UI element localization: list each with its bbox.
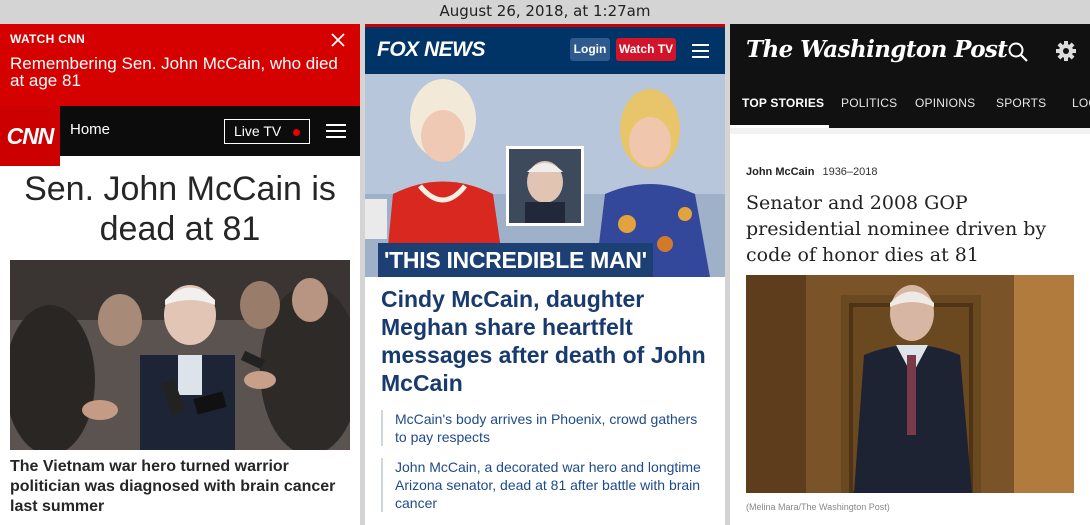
- close-icon[interactable]: [329, 31, 347, 49]
- active-tab-indicator: [730, 125, 829, 128]
- fox-article-card: Cindy McCain, daughter Meghan share hear…: [365, 277, 725, 525]
- article-kicker: John McCain 1936–2018: [746, 166, 1074, 178]
- wapo-headline[interactable]: Senator and 2008 GOP presidential nomine…: [746, 190, 1074, 268]
- kicker-name: John McCain: [746, 166, 815, 178]
- cnn-headline[interactable]: Sen. John McCain is dead at 81: [0, 156, 360, 260]
- watch-tv-button[interactable]: Watch TV: [616, 38, 676, 61]
- kicker-years: 1936–2018: [822, 166, 878, 178]
- alert-kicker: WATCH CNN: [10, 32, 86, 46]
- nav-home-link[interactable]: Home: [70, 121, 110, 138]
- date-header: August 26, 2018, at 1:27am: [439, 2, 651, 20]
- fox-news-logo[interactable]: FOX NEWS: [377, 38, 486, 62]
- tab-top-stories[interactable]: TOP STORIES: [742, 96, 824, 110]
- related-link[interactable]: John McCain, a decorated war hero and lo…: [381, 458, 709, 512]
- cnn-caption[interactable]: The Vietnam war hero turned warrior poli…: [0, 450, 360, 517]
- fox-panel: FOX NEWS Login Watch TV 'THIS INCREDIBLE…: [365, 24, 725, 525]
- wapo-navbar: The Washington Post: [730, 24, 1090, 79]
- wapo-section-tabs: TOP STORIES POLITICS OPINIONS SPORTS LOC…: [730, 79, 1090, 128]
- wapo-logo[interactable]: The Washington Post: [746, 36, 1008, 63]
- tab-opinions[interactable]: OPINIONS: [915, 96, 975, 110]
- photo-credit: (Melina Mara/The Washington Post): [746, 502, 890, 512]
- cnn-breaking-alert[interactable]: WATCH CNN Remembering Sen. John McCain, …: [0, 24, 360, 106]
- cnn-logo[interactable]: CNN: [0, 106, 60, 166]
- cnn-lead-photo[interactable]: [10, 260, 350, 450]
- cnn-panel: WATCH CNN Remembering Sen. John McCain, …: [0, 24, 360, 525]
- hamburger-menu-icon[interactable]: [692, 44, 709, 58]
- related-link[interactable]: McCain's body arrives in Phoenix, crowd …: [381, 410, 709, 446]
- wapo-panel: The Washington Post TOP STORIES POLITICS…: [730, 24, 1090, 525]
- live-dot-icon: [293, 129, 300, 136]
- tab-politics[interactable]: POLITICS: [841, 96, 897, 110]
- login-button[interactable]: Login: [570, 38, 610, 61]
- cnn-navbar: CNN Home Live TV: [0, 106, 360, 166]
- alert-text[interactable]: Remembering Sen. John McCain, who died a…: [10, 55, 350, 89]
- fox-headline[interactable]: Cindy McCain, daughter Meghan share hear…: [381, 285, 709, 397]
- tab-sports[interactable]: SPORTS: [996, 96, 1046, 110]
- fox-lead-photo[interactable]: 'THIS INCREDIBLE MAN': [365, 74, 725, 277]
- fox-navbar: FOX NEWS Login Watch TV: [365, 27, 725, 74]
- wapo-lead-photo[interactable]: [746, 275, 1074, 493]
- search-icon[interactable]: [1007, 41, 1029, 63]
- wapo-article: John McCain 1936–2018 Senator and 2008 GO…: [730, 134, 1090, 525]
- hamburger-menu-icon[interactable]: [326, 124, 346, 138]
- headline-badge: 'THIS INCREDIBLE MAN': [378, 243, 653, 277]
- live-tv-button[interactable]: Live TV: [224, 119, 310, 144]
- gear-icon[interactable]: [1055, 40, 1077, 62]
- tab-local[interactable]: LOCAL: [1072, 96, 1090, 110]
